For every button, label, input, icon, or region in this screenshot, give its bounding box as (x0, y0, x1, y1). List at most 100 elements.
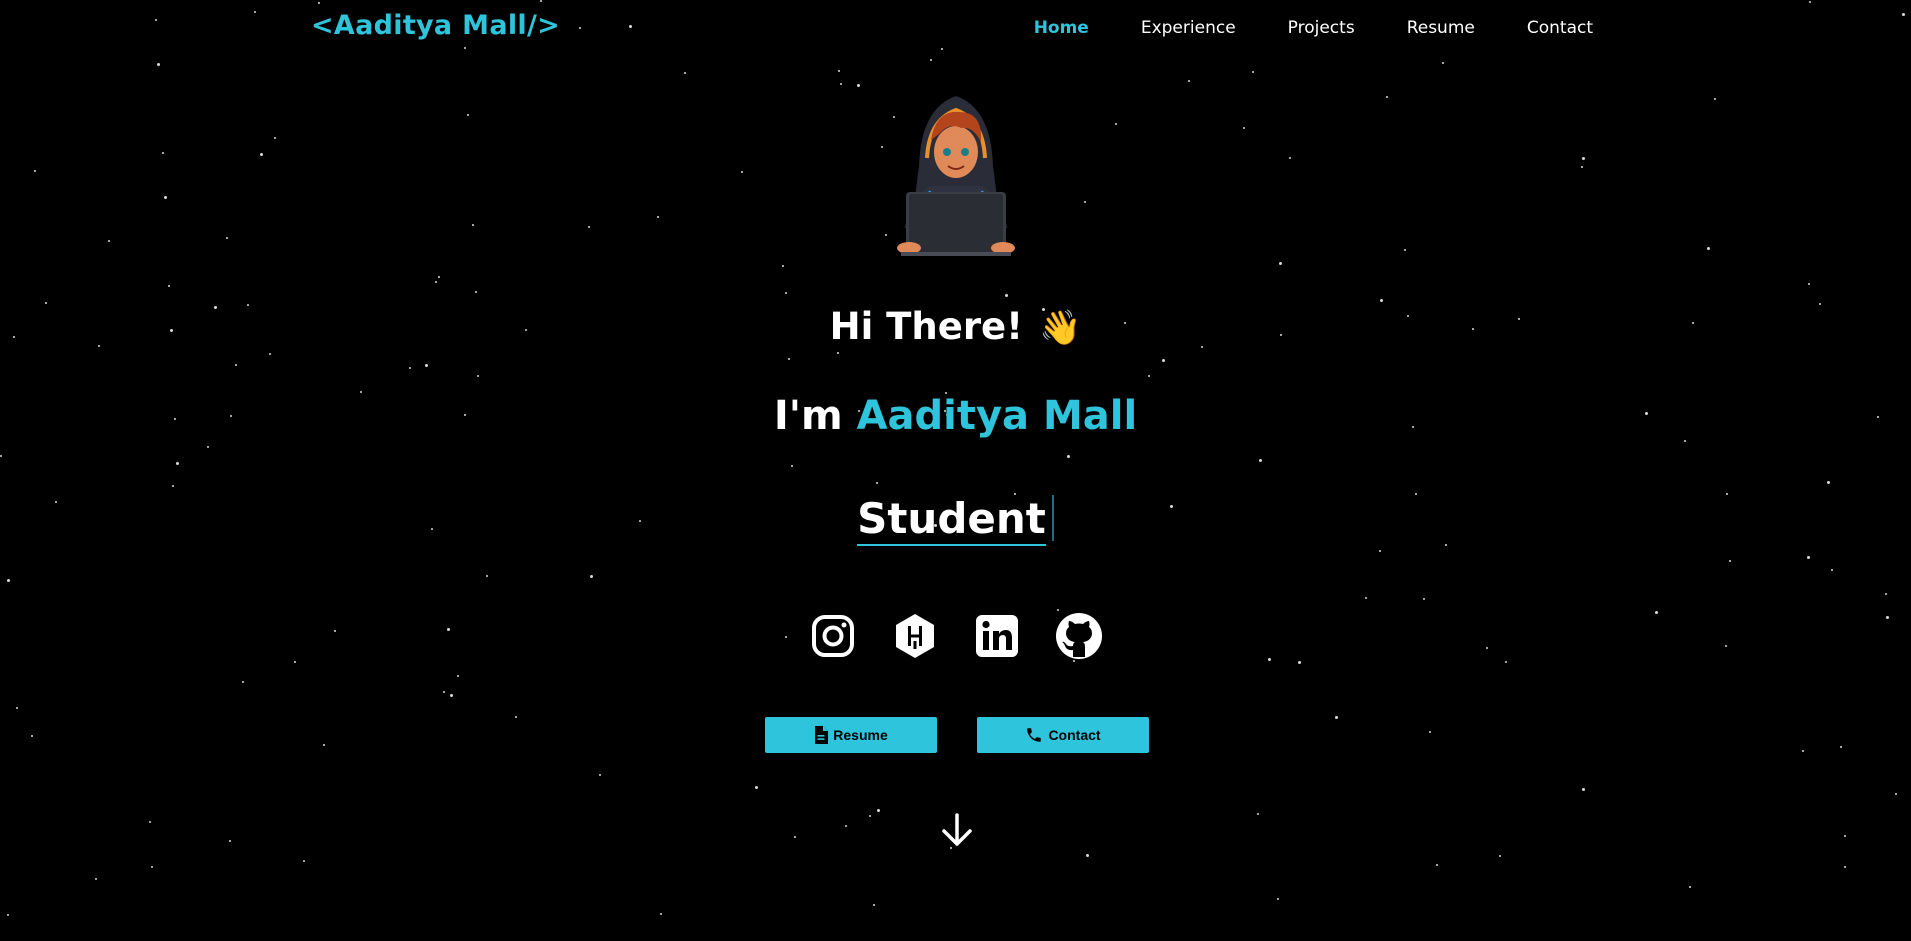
resume-button[interactable]: Resume (765, 717, 937, 753)
star (599, 774, 601, 776)
star (791, 465, 793, 467)
star (782, 265, 784, 267)
star (930, 59, 932, 61)
star (515, 716, 517, 718)
star (857, 84, 860, 87)
star (657, 216, 659, 218)
star (425, 364, 428, 367)
star (1188, 80, 1190, 82)
nav-resume[interactable]: Resume (1407, 18, 1475, 38)
star (269, 353, 271, 355)
star (0, 455, 2, 457)
phone-icon (1027, 728, 1042, 742)
star (207, 446, 209, 448)
star (876, 482, 878, 484)
star (785, 292, 787, 294)
scroll-down-arrow-icon[interactable] (937, 810, 977, 850)
star (1684, 440, 1686, 442)
linkedin-icon (975, 615, 1018, 657)
star (1802, 750, 1804, 752)
star (838, 70, 840, 72)
brand-logo[interactable]: <Aaditya Mall/> (311, 10, 560, 41)
wave-icon: 👋 (1039, 308, 1082, 348)
star (151, 866, 153, 868)
star (1259, 459, 1262, 462)
star (1057, 609, 1059, 611)
star (260, 153, 263, 156)
social-links (0, 612, 1911, 660)
nav-contact[interactable]: Contact (1527, 18, 1593, 38)
star (1885, 593, 1887, 595)
github-link[interactable] (1055, 612, 1103, 660)
star (840, 83, 842, 85)
star (1252, 71, 1254, 73)
resume-button-label: Resume (833, 727, 888, 743)
star (7, 579, 10, 582)
star (1386, 96, 1388, 98)
star (684, 72, 686, 74)
hashnode-icon (895, 614, 934, 658)
star (1807, 556, 1810, 559)
star (1707, 247, 1710, 250)
star (1714, 98, 1716, 100)
star (877, 809, 880, 812)
star (1729, 560, 1731, 562)
star (1005, 294, 1008, 297)
star (1499, 855, 1501, 857)
star (755, 786, 758, 789)
star (1115, 123, 1117, 125)
contact-button[interactable]: Contact (977, 717, 1149, 753)
star (475, 291, 477, 293)
github-icon (1055, 613, 1102, 659)
star (409, 367, 411, 369)
linkedin-link[interactable] (973, 612, 1021, 660)
star (226, 237, 228, 239)
star (590, 575, 593, 578)
star (1808, 283, 1810, 285)
star (1505, 661, 1507, 663)
star (1162, 359, 1165, 362)
star (741, 171, 743, 173)
star (1298, 661, 1301, 664)
hashnode-link[interactable] (891, 612, 939, 660)
star (1436, 864, 1438, 866)
nav-projects[interactable]: Projects (1288, 18, 1355, 38)
star (274, 137, 276, 139)
star (294, 661, 296, 663)
star (1067, 455, 1070, 458)
nav-home[interactable]: Home (1034, 18, 1089, 38)
greeting-text: Hi There! (829, 305, 1024, 348)
star (31, 735, 33, 737)
star (486, 575, 488, 577)
star (176, 462, 179, 465)
star (1442, 62, 1444, 64)
star (172, 485, 174, 487)
star (1582, 788, 1585, 791)
star (242, 681, 244, 683)
instagram-link[interactable] (809, 612, 857, 660)
star (1831, 569, 1833, 571)
typewriter: Student (0, 495, 1911, 546)
star (660, 913, 662, 915)
star (168, 285, 170, 287)
star (229, 840, 231, 842)
star (164, 196, 167, 199)
star (1380, 299, 1383, 302)
star (1429, 731, 1431, 733)
star (1365, 597, 1367, 599)
nav-experience[interactable]: Experience (1141, 18, 1236, 38)
star (1086, 854, 1089, 857)
star (1379, 550, 1381, 552)
role-text: Student (857, 495, 1046, 546)
star (869, 815, 871, 817)
star (1279, 262, 1282, 265)
star (1844, 866, 1846, 868)
star (837, 352, 839, 354)
star (1404, 249, 1406, 251)
star (323, 744, 325, 746)
star (438, 276, 440, 278)
star (472, 224, 474, 226)
star (157, 63, 160, 66)
intro-prefix: I'm (773, 393, 843, 439)
star (45, 302, 47, 304)
